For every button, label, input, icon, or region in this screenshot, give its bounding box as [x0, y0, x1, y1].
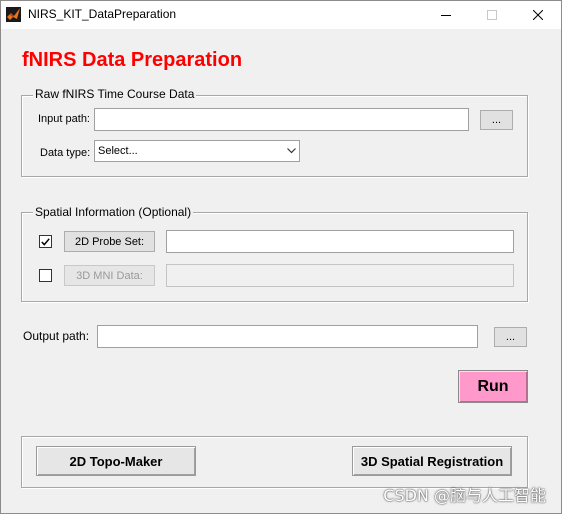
run-button[interactable]: Run: [458, 370, 528, 403]
output-path-label: Output path:: [23, 329, 90, 343]
data-type-select[interactable]: Select...: [94, 140, 300, 162]
spatial-info-group: [21, 212, 528, 302]
data-type-label: Data type:: [40, 147, 91, 159]
window-title: NIRS_KIT_DataPreparation: [28, 7, 177, 21]
close-icon: [533, 10, 543, 20]
spatial-registration-button[interactable]: 3D Spatial Registration: [352, 446, 512, 476]
data-type-selected-value: Select...: [98, 145, 138, 157]
checkmark-icon: [41, 237, 50, 246]
chevron-down-icon[interactable]: [283, 141, 299, 161]
matlab-logo-icon: [6, 7, 21, 22]
client-area: fNIRS Data Preparation Raw fNIRS Time Co…: [1, 29, 561, 513]
mni-data-checkbox[interactable]: [39, 269, 52, 282]
title-bar[interactable]: NIRS_KIT_DataPreparation: [1, 1, 561, 29]
mni-data-field[interactable]: [166, 264, 514, 287]
minimize-button[interactable]: [423, 1, 469, 29]
watermark: CSDN @脑与人工智能: [383, 486, 546, 505]
minimize-icon: [441, 15, 451, 16]
output-browse-button[interactable]: ...: [494, 327, 527, 347]
raw-data-group-title: Raw fNIRS Time Course Data: [33, 87, 197, 101]
input-path-label: Input path:: [38, 113, 90, 125]
close-button[interactable]: [515, 1, 561, 29]
output-path-field[interactable]: [97, 325, 478, 348]
input-path-field[interactable]: [94, 108, 469, 131]
probe-set-field[interactable]: [166, 230, 514, 253]
page-title: fNIRS Data Preparation: [22, 49, 243, 71]
app-window: NIRS_KIT_DataPreparation fNIRS Data Prep…: [0, 0, 562, 514]
mni-data-button[interactable]: 3D MNI Data:: [64, 265, 155, 286]
spatial-info-group-title: Spatial Information (Optional): [33, 205, 194, 219]
input-browse-button[interactable]: ...: [480, 110, 513, 130]
probe-set-button[interactable]: 2D Probe Set:: [64, 231, 155, 252]
probe-set-checkbox[interactable]: [39, 235, 52, 248]
topo-maker-button[interactable]: 2D Topo-Maker: [36, 446, 196, 476]
maximize-button[interactable]: [469, 1, 515, 29]
maximize-icon: [487, 10, 497, 20]
